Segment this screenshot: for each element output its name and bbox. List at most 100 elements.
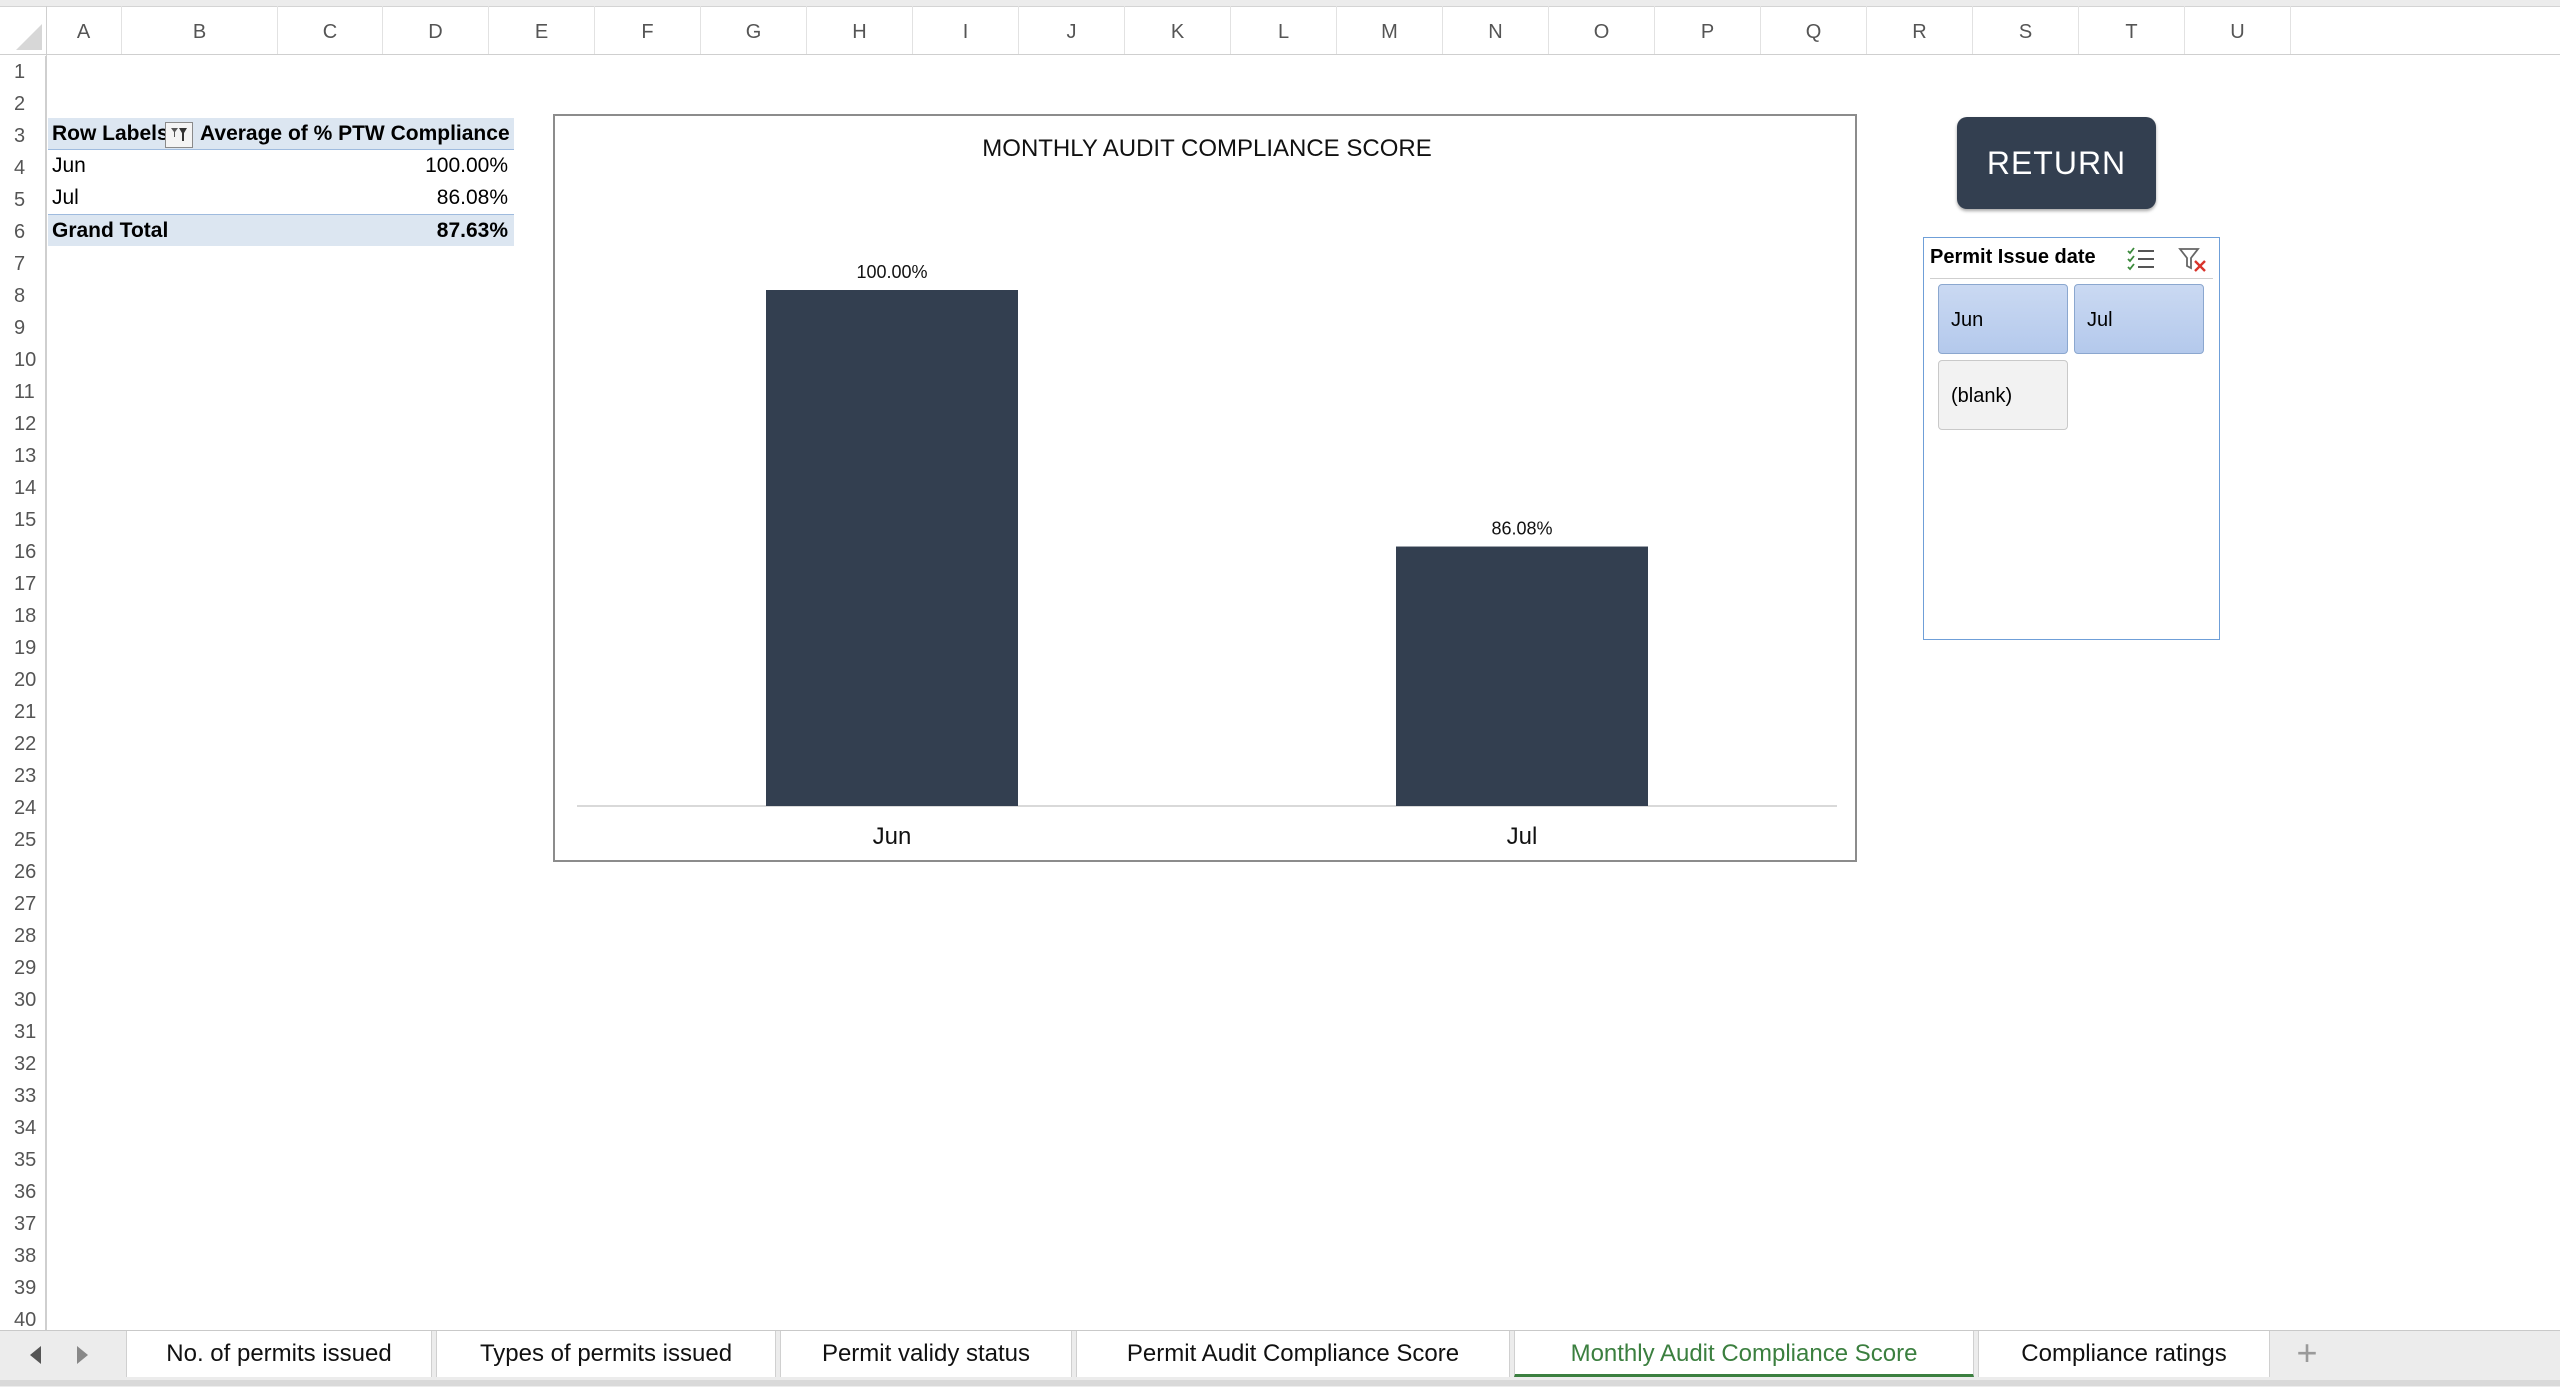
row-header[interactable]: 33 bbox=[0, 1080, 46, 1112]
pivot-row-value[interactable]: 100.00% bbox=[198, 150, 514, 182]
monthly-audit-compliance-chart[interactable]: MONTHLY AUDIT COMPLIANCE SCORE 100.00% Ju… bbox=[553, 114, 1857, 862]
scroll-tabs-right-icon[interactable] bbox=[68, 1341, 96, 1369]
column-header[interactable]: H bbox=[807, 6, 913, 54]
pivot-row-label[interactable]: Jul bbox=[48, 182, 198, 214]
row-header[interactable]: 10 bbox=[0, 344, 46, 376]
row-header[interactable]: 13 bbox=[0, 440, 46, 472]
select-all-corner[interactable] bbox=[0, 6, 47, 54]
sheet-tab-bar: No. of permits issued Types of permits i… bbox=[0, 1330, 2560, 1387]
row-header[interactable]: 39 bbox=[0, 1272, 46, 1304]
row-header[interactable]: 6 bbox=[0, 216, 46, 248]
row-header[interactable]: 15 bbox=[0, 504, 46, 536]
row-header[interactable]: 14 bbox=[0, 472, 46, 504]
chart-bar-jun[interactable] bbox=[766, 290, 1018, 806]
column-header-bar: ABCDEFGHIJKLMNOPQRSTU bbox=[0, 0, 2560, 55]
clear-filter-icon[interactable] bbox=[2178, 246, 2208, 272]
pivot-filter-button[interactable] bbox=[165, 122, 193, 148]
select-all-triangle bbox=[16, 24, 42, 50]
column-header[interactable]: S bbox=[1973, 6, 2079, 54]
tab-types-of-permits-issued[interactable]: Types of permits issued bbox=[436, 1331, 776, 1377]
row-header[interactable]: 36 bbox=[0, 1176, 46, 1208]
column-header[interactable]: T bbox=[2079, 6, 2185, 54]
row-header[interactable]: 9 bbox=[0, 312, 46, 344]
row-header[interactable]: 21 bbox=[0, 696, 46, 728]
column-header[interactable]: A bbox=[46, 6, 122, 54]
row-header[interactable]: 23 bbox=[0, 760, 46, 792]
row-header[interactable]: 11 bbox=[0, 376, 46, 408]
tab-no-of-permits-issued[interactable]: No. of permits issued bbox=[126, 1331, 432, 1377]
row-header[interactable]: 37 bbox=[0, 1208, 46, 1240]
column-header[interactable]: I bbox=[913, 6, 1019, 54]
row-header[interactable]: 1 bbox=[0, 56, 46, 88]
slicer-item-blank[interactable]: (blank) bbox=[1938, 360, 2068, 430]
column-header[interactable]: G bbox=[701, 6, 807, 54]
row-header[interactable]: 30 bbox=[0, 984, 46, 1016]
row-header[interactable]: 32 bbox=[0, 1048, 46, 1080]
row-header[interactable]: 26 bbox=[0, 856, 46, 888]
row-header[interactable]: 31 bbox=[0, 1016, 46, 1048]
column-header[interactable]: F bbox=[595, 6, 701, 54]
tab-monthly-audit-compliance-score[interactable]: Monthly Audit Compliance Score bbox=[1514, 1331, 1974, 1377]
row-header[interactable]: 2 bbox=[0, 88, 46, 120]
row-header[interactable]: 35 bbox=[0, 1144, 46, 1176]
slicer-item-jul[interactable]: Jul bbox=[2074, 284, 2204, 354]
column-header[interactable]: D bbox=[383, 6, 489, 54]
column-header[interactable]: U bbox=[2185, 6, 2291, 54]
column-header[interactable]: B bbox=[122, 6, 278, 54]
row-header[interactable]: 29 bbox=[0, 952, 46, 984]
column-header[interactable]: K bbox=[1125, 6, 1231, 54]
pivot-grand-total-label[interactable]: Grand Total bbox=[48, 214, 198, 246]
row-header[interactable]: 24 bbox=[0, 792, 46, 824]
row-header[interactable]: 7 bbox=[0, 248, 46, 280]
slicer-item-jun[interactable]: Jun bbox=[1938, 284, 2068, 354]
column-header[interactable]: E bbox=[489, 6, 595, 54]
row-header[interactable]: 19 bbox=[0, 632, 46, 664]
column-header[interactable]: R bbox=[1867, 6, 1973, 54]
row-header[interactable]: 18 bbox=[0, 600, 46, 632]
tab-permit-audit-compliance-score[interactable]: Permit Audit Compliance Score bbox=[1076, 1331, 1510, 1377]
column-header[interactable]: M bbox=[1337, 6, 1443, 54]
chart-data-label: 86.08% bbox=[1491, 519, 1552, 539]
row-header[interactable]: 3 bbox=[0, 120, 46, 152]
slicer-separator bbox=[1930, 278, 2213, 279]
row-header[interactable]: 4 bbox=[0, 152, 46, 184]
row-header[interactable]: 27 bbox=[0, 888, 46, 920]
row-header[interactable]: 28 bbox=[0, 920, 46, 952]
row-header[interactable]: 5 bbox=[0, 184, 46, 216]
row-header[interactable]: 17 bbox=[0, 568, 46, 600]
row-header[interactable]: 25 bbox=[0, 824, 46, 856]
tab-permit-validy-status[interactable]: Permit validy status bbox=[780, 1331, 1072, 1377]
column-header[interactable]: P bbox=[1655, 6, 1761, 54]
row-header[interactable]: 34 bbox=[0, 1112, 46, 1144]
column-header[interactable]: Q bbox=[1761, 6, 1867, 54]
row-header[interactable]: 16 bbox=[0, 536, 46, 568]
row-header[interactable]: 20 bbox=[0, 664, 46, 696]
filter-icon bbox=[171, 128, 187, 141]
tab-compliance-ratings[interactable]: Compliance ratings bbox=[1978, 1331, 2270, 1377]
column-header[interactable]: L bbox=[1231, 6, 1337, 54]
row-header[interactable]: 8 bbox=[0, 280, 46, 312]
column-header[interactable]: J bbox=[1019, 6, 1125, 54]
column-header[interactable]: N bbox=[1443, 6, 1549, 54]
window-bottom-edge bbox=[0, 1380, 2560, 1386]
slicer-title: Permit Issue date bbox=[1930, 246, 2096, 268]
column-header[interactable]: O bbox=[1549, 6, 1655, 54]
add-sheet-button[interactable]: + bbox=[2290, 1333, 2324, 1373]
row-header[interactable]: 22 bbox=[0, 728, 46, 760]
column-header[interactable]: C bbox=[278, 6, 383, 54]
pivot-grand-total-value[interactable]: 87.63% bbox=[198, 214, 514, 246]
row-header-border bbox=[46, 54, 47, 1330]
pivot-row-label[interactable]: Jun bbox=[48, 150, 198, 182]
pivot-value-header[interactable]: Average of % PTW Compliance bbox=[198, 118, 514, 150]
multi-select-icon[interactable] bbox=[2126, 246, 2156, 272]
row-header[interactable]: 12 bbox=[0, 408, 46, 440]
permit-issue-date-slicer[interactable]: Permit Issue date Jun Jul (blank) bbox=[1923, 237, 2220, 640]
row-header[interactable]: 38 bbox=[0, 1240, 46, 1272]
return-button[interactable]: RETURN bbox=[1957, 117, 2156, 209]
chart-data-label: 100.00% bbox=[856, 262, 927, 282]
chart-title: MONTHLY AUDIT COMPLIANCE SCORE bbox=[982, 135, 1431, 162]
chart-bar-jul[interactable] bbox=[1396, 546, 1648, 806]
scroll-tabs-left-icon[interactable] bbox=[22, 1341, 50, 1369]
pivot-row-value[interactable]: 86.08% bbox=[198, 182, 514, 214]
chart-category-label: Jul bbox=[1507, 823, 1538, 850]
